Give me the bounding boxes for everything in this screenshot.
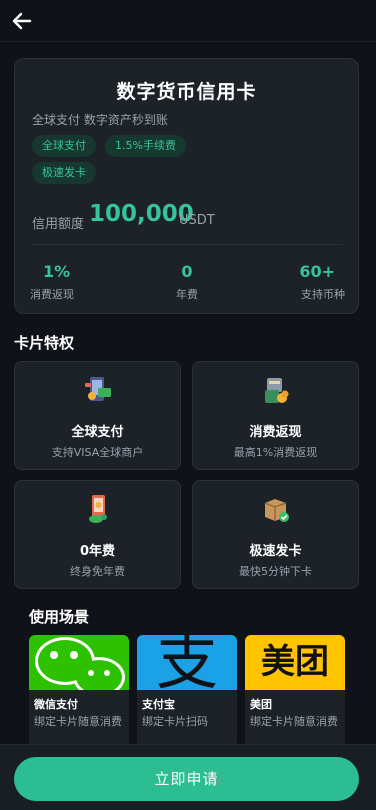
stat-label: 支持币种: [301, 288, 345, 301]
scenes-title: 使用场景: [29, 608, 90, 626]
feature-global-pay[interactable]: 全球支付 支持VISA全球商户: [14, 361, 181, 470]
package-check-icon: [264, 499, 289, 522]
features-title: 卡片特权: [14, 334, 75, 352]
phone-payment-icon: [85, 377, 111, 401]
scene-wechat-pay[interactable]: 微信支付 绑定卡片随意消费: [29, 635, 129, 747]
feature-fast-issue[interactable]: 极速发卡 最快5分钟下卡: [192, 480, 359, 589]
credit-limit-unit: USDT: [179, 213, 215, 228]
stat-value: 1%: [43, 262, 71, 281]
feature-desc: 最快5分钟下卡: [239, 565, 312, 578]
stat-label: 年费: [176, 288, 198, 301]
stat-annual-fee: 0 年费: [142, 262, 232, 302]
feature-desc: 最高1%消费返现: [233, 446, 318, 459]
scene-name: 美团: [250, 698, 272, 711]
back-button[interactable]: [10, 9, 34, 33]
tag-fee: 1.5%手续费: [105, 135, 186, 157]
feature-cashback[interactable]: 消费返现 最高1%消费返现: [192, 361, 359, 470]
meituan-icon: 美团: [245, 635, 345, 690]
phone-coin-icon: [89, 495, 107, 523]
scene-alipay[interactable]: 支 支付宝 绑定卡片扫码: [137, 635, 237, 747]
hero-title: 数字货币信用卡: [116, 81, 257, 103]
scene-name: 微信支付: [34, 698, 78, 711]
tag-fast-issue: 极速发卡: [32, 162, 96, 184]
alipay-icon: 支: [137, 635, 237, 690]
scene-desc: 绑定卡片随意消费: [34, 715, 122, 728]
tag-global-pay: 全球支付: [32, 135, 96, 157]
feature-title: 极速发卡: [249, 544, 302, 559]
credit-limit-label: 信用额度: [32, 217, 85, 232]
meituan-logo-text: 美团: [261, 642, 329, 682]
money-bag-icon: [265, 378, 289, 403]
feature-desc: 支持VISA全球商户: [51, 446, 144, 459]
arrow-left-icon: [12, 12, 32, 30]
hero-subtitle: 全球支付 数字资产秒到账: [32, 113, 168, 127]
scene-desc: 绑定卡片随意消费: [250, 715, 338, 728]
bottom-bar: 立即申请: [0, 744, 376, 810]
scene-name: 支付宝: [142, 698, 175, 711]
stat-value: 60+: [299, 262, 335, 281]
stat-value: 0: [181, 262, 193, 281]
scene-desc: 绑定卡片扫码: [142, 715, 208, 728]
alipay-logo-text: 支: [155, 635, 218, 690]
feature-title: 全球支付: [71, 425, 124, 440]
feature-title: 消费返现: [249, 425, 302, 440]
card-hero: 数字货币信用卡 全球支付 数字资产秒到账 全球支付 1.5%手续费 极速发卡 信…: [14, 58, 359, 314]
feature-no-annual-fee[interactable]: 0年费 终身免年费: [14, 480, 181, 589]
stat-cashback: 1% 消费返现: [30, 262, 120, 302]
scene-meituan[interactable]: 美团 美团 绑定卡片随意消费: [245, 635, 345, 747]
apply-button[interactable]: 立即申请: [14, 757, 359, 801]
stat-label: 消费返现: [30, 288, 74, 301]
wechat-icon: [29, 635, 129, 690]
top-bar: [0, 0, 376, 42]
feature-title: 0年费: [79, 544, 116, 559]
feature-desc: 终身免年费: [70, 565, 125, 578]
divider: [32, 244, 343, 245]
stat-currencies: 60+ 支持币种: [255, 262, 345, 302]
